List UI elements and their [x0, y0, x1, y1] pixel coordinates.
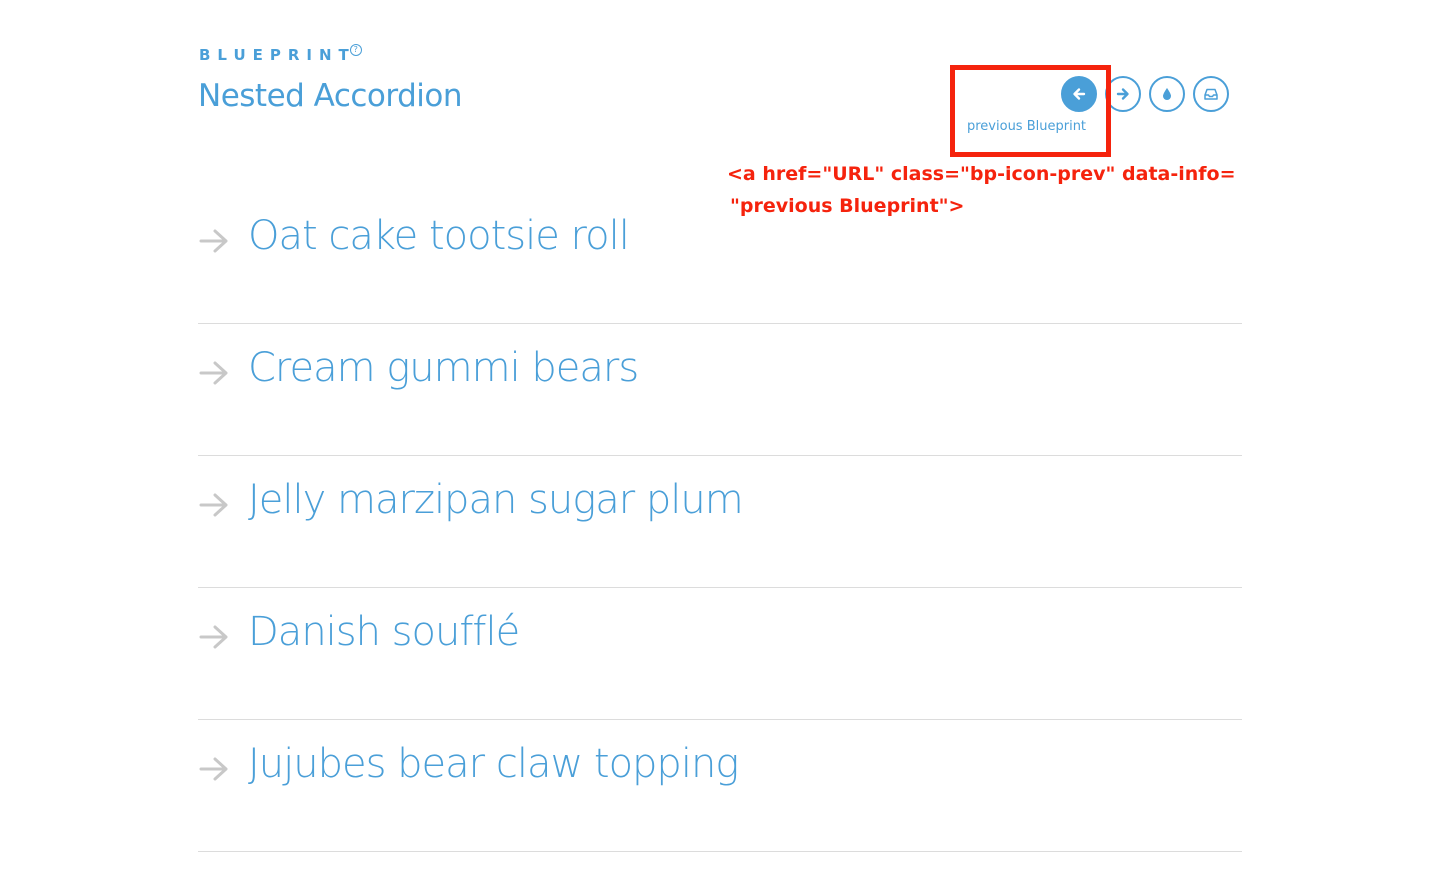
- arrow-right-icon: [199, 757, 228, 781]
- page: BLUEPRINT? Nested Accordion previous Blu…: [0, 0, 1439, 880]
- drop-button[interactable]: [1149, 76, 1185, 112]
- help-icon[interactable]: ?: [349, 44, 362, 56]
- accordion-item-title[interactable]: Jelly marzipan sugar plum: [248, 477, 744, 523]
- brand-name[interactable]: BLUEPRINT: [199, 46, 356, 64]
- arrow-right-icon: [199, 361, 228, 385]
- arrow-right-icon: [199, 493, 228, 517]
- accordion-item-title[interactable]: Cream gummi bears: [248, 345, 639, 391]
- inbox-button[interactable]: [1193, 76, 1229, 112]
- annotation-highlight-box: [950, 65, 1111, 157]
- accordion: Oat cake tootsie roll Cream gummi bears …: [198, 193, 1242, 852]
- accordion-item[interactable]: Jelly marzipan sugar plum: [198, 457, 1242, 588]
- page-title: Nested Accordion: [198, 78, 463, 114]
- annotation-line-1: <a href="URL" class="bp-icon-prev" data-…: [727, 163, 1236, 185]
- accordion-item[interactable]: Danish soufflé: [198, 589, 1242, 720]
- arrow-right-icon: [1116, 88, 1129, 100]
- arrow-right-icon: [199, 229, 228, 253]
- accordion-item-title[interactable]: Oat cake tootsie roll: [248, 213, 630, 259]
- accordion-item[interactable]: Cream gummi bears: [198, 325, 1242, 456]
- accordion-item[interactable]: Jujubes bear claw topping: [198, 721, 1242, 852]
- brand-header[interactable]: BLUEPRINT?: [199, 44, 368, 64]
- inbox-icon: [1204, 88, 1218, 100]
- accordion-item-title[interactable]: Jujubes bear claw topping: [248, 741, 739, 787]
- accordion-item-title[interactable]: Danish soufflé: [248, 609, 520, 655]
- accordion-item[interactable]: Oat cake tootsie roll: [198, 193, 1242, 324]
- arrow-right-icon: [199, 625, 228, 649]
- drop-icon: [1163, 88, 1171, 100]
